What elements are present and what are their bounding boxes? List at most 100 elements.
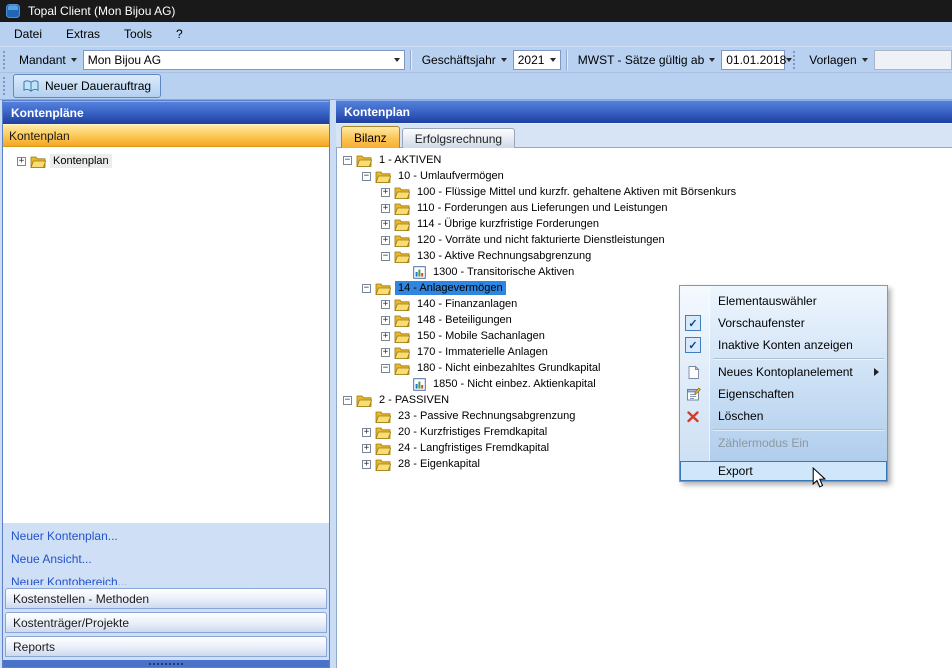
tree-item[interactable]: 110 - Forderungen aus Lieferungen und Le… (337, 200, 952, 216)
collapse-icon[interactable] (362, 284, 371, 293)
tree-item-label: 1300 - Transitorische Aktiven (430, 265, 577, 279)
menu-item-loeschen[interactable]: Löschen (680, 405, 887, 427)
menu-item-export[interactable]: Export (680, 461, 887, 481)
folder-icon (394, 298, 410, 311)
tree-item-root[interactable]: Kontenplan (3, 153, 329, 169)
title-bar: Topal Client (Mon Bijou AG) (0, 0, 952, 22)
expand-icon[interactable] (362, 460, 371, 469)
tree-item-label: 1850 - Nicht einbez. Aktienkapital (430, 377, 599, 391)
tree-item-label: 140 - Finanzanlagen (414, 297, 520, 311)
menu-item-zaehlermodus: Zählermodus Ein (680, 432, 887, 454)
toolbar-grip[interactable] (3, 77, 9, 95)
menu-help[interactable]: ? (166, 24, 193, 44)
vorlagen-combobox[interactable] (874, 50, 952, 70)
neuer-kontenplan-link[interactable]: Neuer Kontenplan... (11, 529, 329, 543)
expand-icon[interactable] (381, 204, 390, 213)
mwst-date-combobox[interactable]: 01.01.2018 (721, 50, 785, 70)
collapse-icon[interactable] (381, 252, 390, 261)
tree-item[interactable]: 114 - Übrige kurzfristige Forderungen (337, 216, 952, 232)
menu-tools[interactable]: Tools (114, 24, 162, 44)
mwst-dropdown-button[interactable]: MWST - Sätze gültig ab (572, 51, 722, 69)
tree-item[interactable]: 10 - Umlaufvermögen (337, 168, 952, 184)
menu-item-inaktive-konten[interactable]: ✓ Inaktive Konten anzeigen (680, 334, 887, 356)
folder-icon (356, 154, 372, 167)
tab-strip: Bilanz Erfolgsrechnung (336, 123, 952, 148)
tree-item-label: 24 - Langfristiges Fremdkapital (395, 441, 552, 455)
geschaeftsjahr-combobox[interactable]: 2021 (513, 50, 561, 70)
collapse-icon[interactable] (362, 172, 371, 181)
tree-item-label: 114 - Übrige kurzfristige Forderungen (414, 217, 602, 231)
app-icon (6, 4, 20, 18)
menu-item-label: Elementauswähler (718, 294, 817, 308)
menu-item-eigenschaften[interactable]: Eigenschaften (680, 383, 887, 405)
expand-icon[interactable] (381, 188, 390, 197)
toolbar-grip[interactable] (3, 51, 9, 69)
geschaeftsjahr-dropdown-button[interactable]: Geschäftsjahr (416, 51, 513, 69)
tree-item-label: 180 - Nicht einbezahltes Grundkapital (414, 361, 603, 375)
section-reports[interactable]: Reports (5, 636, 327, 657)
folder-icon (394, 362, 410, 375)
tab-erfolgsrechnung[interactable]: Erfolgsrechnung (402, 128, 515, 148)
tree-item-label: 2 - PASSIVEN (376, 393, 452, 407)
menu-bar: Datei Extras Tools ? (0, 22, 952, 46)
menu-item-neues-kontoplanelement[interactable]: Neues Kontoplanelement (680, 361, 887, 383)
collapse-icon[interactable] (343, 156, 352, 165)
mandant-combobox[interactable]: Mon Bijou AG (83, 50, 405, 70)
menu-separator (713, 429, 884, 430)
toolbar-separator (566, 50, 567, 70)
toolbar-main: Mandant Mon Bijou AG Geschäftsjahr 2021 … (0, 46, 952, 73)
delete-x-icon (686, 409, 701, 424)
neue-ansicht-link[interactable]: Neue Ansicht... (11, 552, 329, 566)
section-kostenstellen[interactable]: Kostenstellen - Methoden (5, 588, 327, 609)
folder-icon (30, 155, 46, 168)
section-kostentraeger[interactable]: Kostenträger/Projekte (5, 612, 327, 633)
expand-icon[interactable] (381, 316, 390, 325)
toolbar-grip[interactable] (793, 51, 799, 69)
expand-icon[interactable] (362, 428, 371, 437)
expander-spacer (400, 268, 409, 277)
folder-icon (375, 442, 391, 455)
tree-item-label: 148 - Beteiligungen (414, 313, 515, 327)
menu-extras[interactable]: Extras (56, 24, 110, 44)
folder-icon (356, 394, 372, 407)
tree-item-label: 110 - Forderungen aus Lieferungen und Le… (414, 201, 671, 215)
menu-item-label: Inaktive Konten anzeigen (718, 338, 853, 352)
kontenplan-view-selected[interactable]: Kontenplan (3, 124, 329, 147)
neuer-dauerauftrag-label: Neuer Dauerauftrag (45, 79, 151, 93)
vorlagen-dropdown-button[interactable]: Vorlagen (803, 51, 873, 69)
mandant-label: Mandant (19, 53, 66, 67)
tree-item[interactable]: 1300 - Transitorische Aktiven (337, 264, 952, 280)
mandant-dropdown-button[interactable]: Mandant (13, 51, 83, 69)
tree-item[interactable]: 100 - Flüssige Mittel und kurzfr. gehalt… (337, 184, 952, 200)
left-panel-sections: Kostenstellen - Methoden Kostenträger/Pr… (3, 585, 329, 660)
expand-icon[interactable] (17, 157, 26, 166)
tab-bilanz[interactable]: Bilanz (341, 126, 400, 148)
folder-icon (394, 218, 410, 231)
menu-item-label: Zählermodus Ein (718, 436, 809, 450)
tree-item-label: Kontenplan (50, 154, 112, 168)
book-icon (23, 79, 39, 93)
chevron-down-icon (550, 58, 556, 62)
expand-icon[interactable] (381, 236, 390, 245)
expand-icon[interactable] (362, 444, 371, 453)
folder-icon (394, 346, 410, 359)
expand-icon[interactable] (381, 220, 390, 229)
menu-datei[interactable]: Datei (4, 24, 52, 44)
expand-icon[interactable] (381, 332, 390, 341)
neuer-dauerauftrag-button[interactable]: Neuer Dauerauftrag (13, 74, 161, 98)
folder-icon (394, 186, 410, 199)
tree-item[interactable]: 120 - Vorräte und nicht fakturierte Dien… (337, 232, 952, 248)
panel-resize-grip[interactable] (3, 660, 329, 667)
tree-item[interactable]: 1 - AKTIVEN (337, 152, 952, 168)
collapse-icon[interactable] (381, 364, 390, 373)
menu-item-label: Export (718, 464, 753, 478)
tree-item[interactable]: 130 - Aktive Rechnungsabgrenzung (337, 248, 952, 264)
menu-item-vorschaufenster[interactable]: ✓ Vorschaufenster (680, 312, 887, 334)
expand-icon[interactable] (381, 348, 390, 357)
properties-icon (686, 387, 701, 402)
expand-icon[interactable] (381, 300, 390, 309)
folder-icon (394, 314, 410, 327)
collapse-icon[interactable] (343, 396, 352, 405)
chevron-down-icon (862, 58, 868, 62)
menu-item-elementauswaehler[interactable]: Elementauswähler (680, 290, 887, 312)
